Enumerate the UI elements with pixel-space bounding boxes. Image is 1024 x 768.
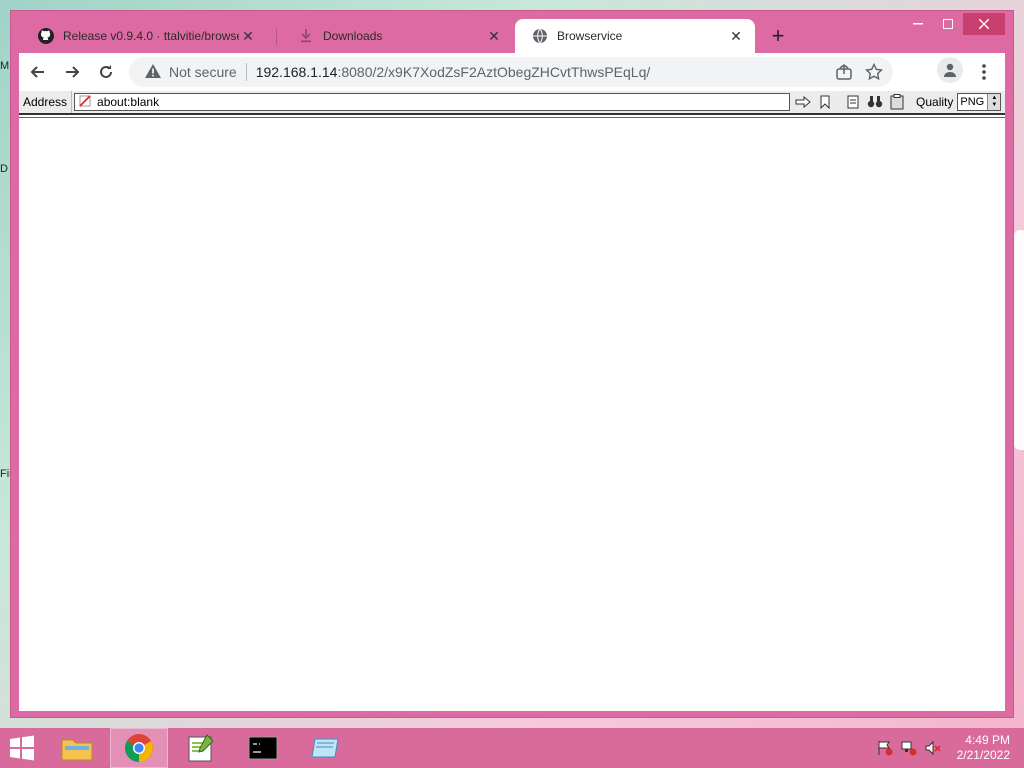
taskbar-clock[interactable]: 4:49 PM 2/21/2022 (957, 733, 1010, 763)
tab-close-button[interactable]: ✕ (727, 28, 745, 45)
taskbar-notepadpp[interactable] (172, 728, 230, 768)
document-icon (847, 95, 859, 109)
new-tab-button[interactable]: + (765, 23, 791, 49)
browservice-address-field[interactable]: about:blank (74, 93, 791, 111)
forward-button[interactable] (57, 57, 87, 87)
tab-strip: Release v0.9.4.0 · ttalvitie/browse ✕ Do… (21, 19, 923, 53)
close-icon (979, 19, 989, 29)
tab-title: Browservice (557, 29, 623, 43)
tab-browservice[interactable]: Browservice ✕ (515, 19, 755, 53)
globe-icon (531, 27, 549, 45)
quality-selector[interactable]: PNG ▲ ▼ (957, 93, 1002, 111)
page-content: Address about:blank Quality PNG ▲ ▼ (19, 91, 1005, 711)
browser-window: Release v0.9.4.0 · ttalvitie/browse ✕ Do… (10, 10, 1014, 718)
url-host: 192.168.1.14 (255, 64, 338, 80)
tab-close-button[interactable]: ✕ (485, 28, 503, 45)
reload-icon (100, 65, 112, 78)
star-icon (864, 62, 884, 81)
menu-button[interactable] (969, 57, 999, 87)
insecure-page-icon (79, 94, 93, 110)
tab-separator (276, 29, 277, 45)
taskbar-app-window[interactable] (296, 728, 354, 768)
quality-label: Quality (916, 95, 954, 109)
omnibox-divider (245, 63, 247, 81)
bookmark-icon (820, 95, 830, 109)
url-path: :8080/2/x9K7XodZsF2AztObegZHCvtThwsPEqLq… (337, 64, 651, 80)
clipboard-button[interactable] (888, 93, 906, 111)
desktop-window-fragment (1014, 230, 1024, 450)
share-button[interactable] (835, 63, 853, 84)
volume-muted-icon[interactable] (925, 740, 941, 756)
share-icon (836, 64, 852, 80)
spinner-arrows-icon[interactable]: ▲ ▼ (987, 94, 1001, 110)
tab-github-release[interactable]: Release v0.9.4.0 · ttalvitie/browse ✕ (21, 19, 267, 53)
github-icon (37, 27, 55, 45)
desktop-icon-fragment: D (0, 163, 8, 175)
desktop-icon-fragment: M (0, 60, 10, 72)
address-label: Address (19, 91, 73, 113)
taskbar-chrome[interactable] (110, 728, 168, 768)
clock-time: 4:49 PM (965, 733, 1010, 747)
reload-button[interactable] (91, 57, 121, 87)
folder-icon (61, 739, 93, 761)
maximize-icon (943, 19, 953, 29)
security-label[interactable]: Not secure (169, 64, 237, 80)
tab-title: Release v0.9.4.0 · ttalvitie/browse (63, 29, 239, 43)
url-text: 192.168.1.14:8080/2/x9K7XodZsF2AztObegZH… (256, 64, 651, 80)
chrome-icon (125, 734, 153, 762)
window-app-icon (311, 738, 339, 758)
person-icon (944, 63, 956, 77)
system-tray: 4:49 PM 2/21/2022 (877, 728, 1010, 768)
taskbar: 4:49 PM 2/21/2022 (0, 728, 1024, 768)
close-window-button[interactable] (963, 13, 1005, 35)
download-icon (297, 27, 315, 45)
page-viewport[interactable] (19, 117, 1005, 711)
taskbar-command-prompt[interactable] (234, 728, 292, 768)
warning-icon (145, 63, 161, 81)
go-arrow-icon (795, 96, 811, 108)
quality-value: PNG (960, 96, 985, 108)
go-button[interactable] (794, 93, 812, 111)
tab-title: Downloads (323, 29, 383, 43)
network-icon[interactable] (901, 740, 917, 756)
clock-date: 2/21/2022 (956, 748, 1010, 762)
omnibox[interactable]: Not secure 192.168.1.14:8080/2/x9K7XodZs… (129, 57, 893, 87)
action-center-flag-icon[interactable] (877, 740, 893, 756)
toolbar-right (937, 57, 999, 87)
browservice-toolbar: Address about:blank Quality PNG ▲ ▼ (19, 91, 1005, 115)
find-button[interactable] (866, 93, 884, 111)
find-page-button[interactable] (844, 93, 862, 111)
binoculars-icon (867, 96, 883, 108)
back-arrow-icon (30, 66, 44, 78)
taskbar-file-explorer[interactable] (48, 728, 106, 768)
windows-logo-icon (10, 735, 34, 761)
bookmark-star-button[interactable] (864, 62, 884, 84)
terminal-icon (248, 736, 278, 760)
forward-arrow-icon (66, 66, 80, 78)
browservice-tools (794, 93, 906, 111)
navigation-bar: Not secure 192.168.1.14:8080/2/x9K7XodZs… (19, 53, 1005, 91)
tab-close-button[interactable]: ✕ (239, 28, 257, 45)
clipboard-icon (890, 94, 904, 110)
tab-downloads[interactable]: Downloads ✕ (281, 19, 513, 53)
profile-button[interactable] (937, 57, 963, 83)
notepad-plus-plus-icon (188, 734, 214, 762)
browservice-address-value: about:blank (97, 95, 160, 109)
maximize-button[interactable] (933, 13, 963, 35)
start-button[interactable] (0, 728, 44, 768)
back-button[interactable] (23, 57, 53, 87)
omnibox-actions (835, 62, 884, 84)
bookmark-button[interactable] (816, 93, 834, 111)
kebab-menu-icon (982, 64, 986, 80)
